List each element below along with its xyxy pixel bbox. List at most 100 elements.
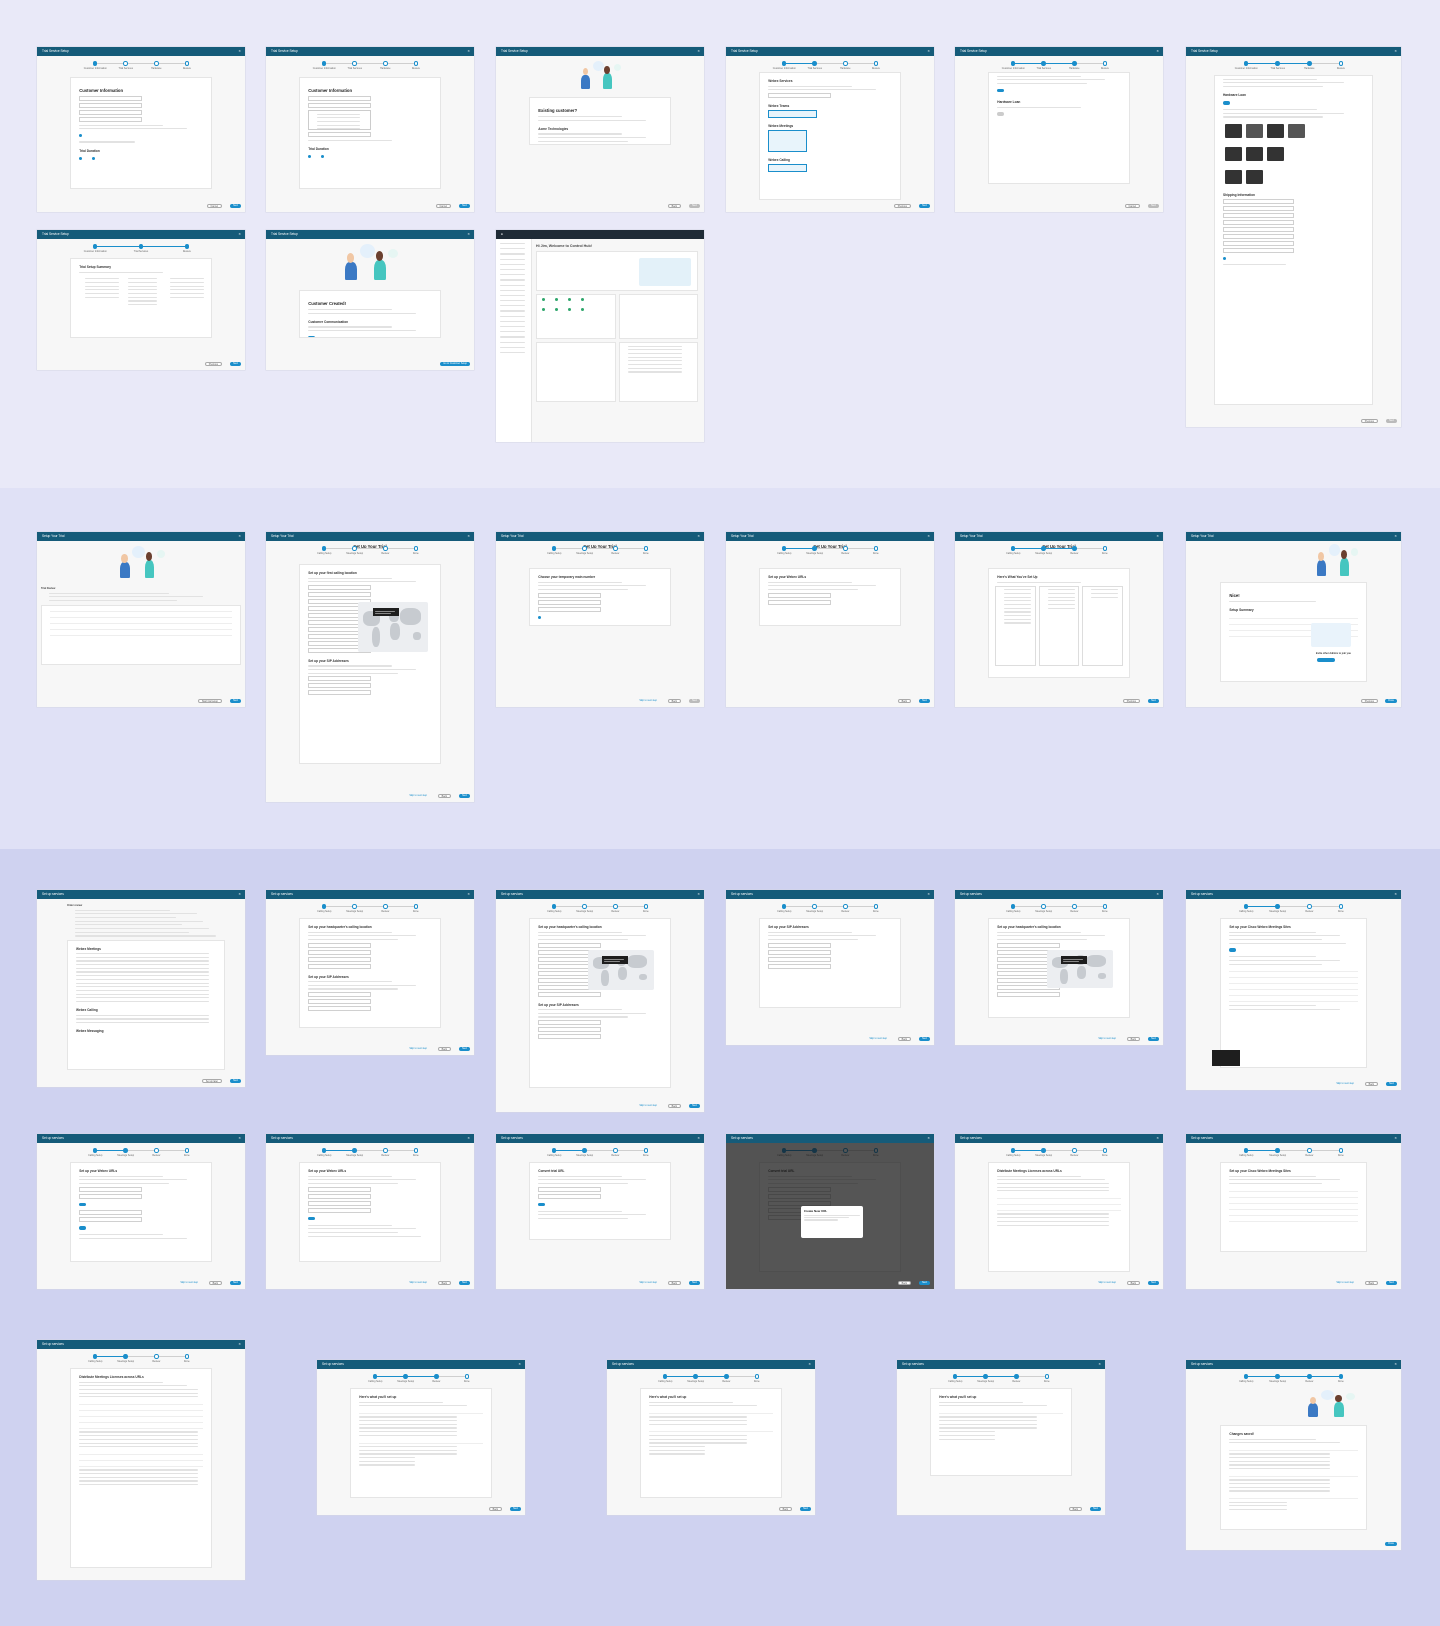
- close-icon[interactable]: ✕: [467, 230, 470, 239]
- form-field[interactable]: [768, 949, 831, 955]
- form-field[interactable]: [538, 942, 601, 948]
- form-field[interactable]: [308, 103, 371, 108]
- form-field[interactable]: [1222, 226, 1294, 232]
- close-icon[interactable]: ✕: [238, 1340, 241, 1349]
- next-button[interactable]: Next: [1148, 698, 1159, 703]
- close-icon[interactable]: ✕: [467, 47, 470, 56]
- form-field[interactable]: [308, 1186, 371, 1192]
- next-button[interactable]: Next: [800, 1506, 811, 1511]
- back-button[interactable]: Back: [1126, 1036, 1140, 1041]
- form-field[interactable]: [79, 1217, 142, 1223]
- form-field[interactable]: [308, 956, 371, 962]
- close-icon[interactable]: ✕: [1394, 1134, 1397, 1143]
- form-field[interactable]: [1222, 205, 1294, 211]
- back-button[interactable]: Back: [778, 1506, 792, 1511]
- close-icon[interactable]: ✕: [1394, 1360, 1397, 1369]
- next-button[interactable]: Next: [1386, 1081, 1397, 1086]
- previous-button[interactable]: Previous: [1122, 698, 1140, 703]
- close-icon[interactable]: ✕: [238, 1134, 241, 1143]
- form-field[interactable]: [308, 683, 371, 689]
- form-field[interactable]: [308, 992, 371, 998]
- back-button[interactable]: Back: [897, 1036, 911, 1041]
- back-button[interactable]: Back: [437, 793, 451, 798]
- form-field[interactable]: [79, 1193, 142, 1199]
- back-button[interactable]: Back: [667, 1280, 681, 1285]
- next-button[interactable]: Next: [1090, 1506, 1101, 1511]
- skip-button[interactable]: Skip to next step: [177, 1281, 201, 1286]
- back-button[interactable]: Back: [667, 203, 681, 208]
- next-button[interactable]: Next: [230, 1078, 241, 1083]
- next-button[interactable]: Next: [919, 1280, 930, 1285]
- form-field[interactable]: [308, 1006, 371, 1012]
- next-button[interactable]: Next: [230, 1280, 241, 1285]
- skip-button[interactable]: Skip to next step: [1333, 1281, 1357, 1286]
- back-button[interactable]: Back: [1068, 1506, 1082, 1511]
- skip-button[interactable]: Skip to next step: [866, 1037, 890, 1042]
- form-field[interactable]: [538, 606, 601, 612]
- next-button[interactable]: Next: [689, 1280, 700, 1285]
- next-button[interactable]: Next: [230, 698, 241, 703]
- back-button[interactable]: Back: [1126, 1280, 1140, 1285]
- close-icon[interactable]: ✕: [1098, 1360, 1101, 1369]
- form-field[interactable]: [1222, 233, 1294, 239]
- close-icon[interactable]: ✕: [238, 230, 241, 239]
- close-icon[interactable]: ✕: [238, 890, 241, 899]
- cancel-button[interactable]: Cancel: [435, 203, 451, 208]
- form-field[interactable]: [1222, 247, 1294, 253]
- form-field[interactable]: [308, 132, 371, 137]
- form-field[interactable]: [308, 949, 371, 955]
- skip-button[interactable]: Skip to next step: [1333, 1082, 1357, 1087]
- skip-button[interactable]: Skip to next step: [406, 1281, 430, 1286]
- close-icon[interactable]: ✕: [1394, 47, 1397, 56]
- form-field[interactable]: [997, 991, 1060, 997]
- next-button[interactable]: Next: [459, 203, 470, 208]
- form-field[interactable]: [308, 96, 371, 101]
- form-field[interactable]: [768, 963, 831, 969]
- close-icon[interactable]: ✕: [1156, 47, 1159, 56]
- done-button[interactable]: Done: [1385, 1541, 1397, 1546]
- next-button[interactable]: Next: [1386, 1280, 1397, 1285]
- close-icon[interactable]: ✕: [1394, 890, 1397, 899]
- cancel-button[interactable]: Cancel: [206, 203, 222, 208]
- form-field[interactable]: [538, 1034, 601, 1040]
- form-field[interactable]: [538, 592, 601, 598]
- back-button[interactable]: Back: [897, 698, 911, 703]
- close-icon[interactable]: ✕: [518, 1360, 521, 1369]
- skip-button[interactable]: Skip to next step: [406, 794, 430, 799]
- close-icon[interactable]: ✕: [238, 47, 241, 56]
- previous-button[interactable]: Previous: [893, 203, 911, 208]
- form-field[interactable]: [79, 117, 142, 122]
- back-button[interactable]: Back: [897, 1280, 911, 1285]
- form-field[interactable]: [308, 690, 371, 696]
- next-button[interactable]: Next: [459, 793, 470, 798]
- form-field[interactable]: [308, 1193, 371, 1199]
- close-icon[interactable]: ✕: [1156, 1134, 1159, 1143]
- skip-button[interactable]: Skip to next step: [636, 699, 660, 704]
- form-field[interactable]: [79, 1210, 142, 1216]
- close-icon[interactable]: ✕: [697, 532, 700, 541]
- dropdown-list[interactable]: [308, 110, 371, 130]
- previous-button[interactable]: Previous: [1360, 698, 1378, 703]
- form-field[interactable]: [79, 1186, 142, 1192]
- form-field[interactable]: [768, 92, 831, 98]
- next-button[interactable]: Next: [459, 1046, 470, 1051]
- close-icon[interactable]: ✕: [467, 890, 470, 899]
- next-button[interactable]: Next: [689, 203, 700, 208]
- skip-button[interactable]: Skip to next step: [1095, 1281, 1119, 1286]
- next-button[interactable]: Next: [919, 1036, 930, 1041]
- skip-button[interactable]: Skip to next step: [406, 1047, 430, 1052]
- form-field[interactable]: [538, 1027, 601, 1033]
- back-button[interactable]: Back: [488, 1506, 502, 1511]
- form-field[interactable]: [79, 96, 142, 101]
- close-icon[interactable]: ✕: [927, 890, 930, 899]
- close-icon[interactable]: ✕: [467, 532, 470, 541]
- back-button[interactable]: Back: [208, 1280, 222, 1285]
- form-field[interactable]: [308, 999, 371, 1005]
- close-icon[interactable]: ✕: [1156, 532, 1159, 541]
- form-field[interactable]: [79, 110, 142, 115]
- previous-button[interactable]: Previous: [1360, 418, 1378, 423]
- form-field[interactable]: [997, 942, 1060, 948]
- back-button[interactable]: Back: [667, 1103, 681, 1108]
- go-to-customer-button[interactable]: Go to Customer Setup: [440, 361, 470, 366]
- close-icon[interactable]: ✕: [697, 890, 700, 899]
